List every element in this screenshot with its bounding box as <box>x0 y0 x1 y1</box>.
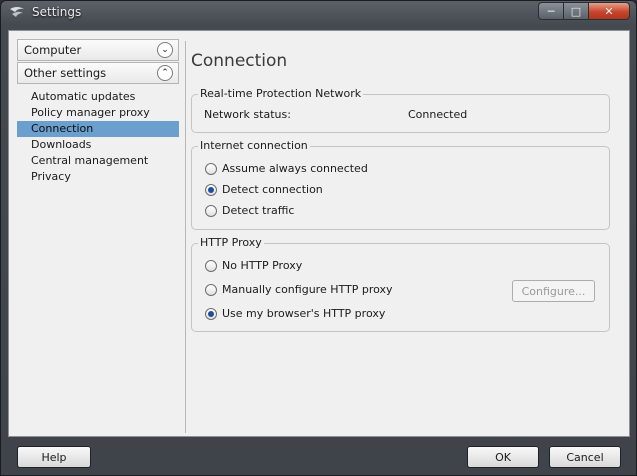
sidebar-item-automatic-updates[interactable]: Automatic updates <box>17 89 179 105</box>
minimize-button[interactable]: ─ <box>538 2 564 20</box>
radio-button[interactable] <box>205 307 217 320</box>
radio-button[interactable] <box>205 204 217 217</box>
maximize-icon: □ <box>570 4 582 18</box>
radio-button[interactable] <box>205 259 217 272</box>
maximize-button[interactable]: □ <box>563 2 589 20</box>
http-proxy-group: HTTP Proxy No HTTP Proxy Manually config… <box>191 236 610 332</box>
sidebar-item-privacy[interactable]: Privacy <box>17 169 179 185</box>
help-button[interactable]: Help <box>17 446 91 468</box>
radio-button[interactable] <box>205 183 217 196</box>
radio-detect-traffic[interactable]: Detect traffic <box>205 204 294 217</box>
settings-nav: Automatic updates Policy manager proxy C… <box>17 89 179 185</box>
group-label: Internet connection <box>198 139 310 152</box>
configure-button[interactable]: Configure... <box>512 280 595 302</box>
category-computer[interactable]: Computer ⌄ <box>17 39 179 61</box>
radio-button[interactable] <box>205 162 217 175</box>
radio-label: No HTTP Proxy <box>222 259 303 272</box>
radio-label: Detect traffic <box>222 204 295 217</box>
dialog-body: Computer ⌄ Other settings ⌃ Automatic up… <box>8 30 630 437</box>
group-label: Real-time Protection Network <box>198 87 364 100</box>
sidebar-item-downloads[interactable]: Downloads <box>17 137 179 153</box>
network-status-label: Network status: <box>204 108 291 121</box>
rtpn-group: Real-time Protection Network Network sta… <box>191 87 610 133</box>
radio-button[interactable] <box>205 283 217 296</box>
category-label: Computer <box>24 43 82 57</box>
radio-label: Manually configure HTTP proxy <box>222 283 393 296</box>
radio-manual-proxy[interactable]: Manually configure HTTP proxy <box>205 283 393 296</box>
close-button[interactable]: ✕ <box>588 2 630 20</box>
internet-connection-group: Internet connection Assume always connec… <box>191 139 610 230</box>
chevron-up-icon[interactable]: ⌃ <box>157 65 173 81</box>
cancel-button[interactable]: Cancel <box>549 446 621 468</box>
app-logo-icon <box>10 7 24 17</box>
category-other-settings[interactable]: Other settings ⌃ <box>17 62 179 84</box>
sidebar-item-connection[interactable]: Connection <box>17 121 179 137</box>
settings-content: Connection Real-time Protection Network … <box>190 31 630 438</box>
ok-button[interactable]: OK <box>467 446 539 468</box>
radio-assume-always-connected[interactable]: Assume always connected <box>205 162 368 175</box>
page-title: Connection <box>191 51 288 71</box>
category-label: Other settings <box>24 66 107 80</box>
network-status-value: Connected <box>408 108 468 121</box>
settings-sidebar: Computer ⌄ Other settings ⌃ Automatic up… <box>17 39 179 435</box>
window-controls: ─ □ ✕ <box>538 2 630 20</box>
minimize-icon: ─ <box>547 4 555 18</box>
pane-divider <box>185 41 186 433</box>
chevron-down-icon[interactable]: ⌄ <box>157 42 173 58</box>
radio-label: Assume always connected <box>222 162 368 175</box>
sidebar-item-central-management[interactable]: Central management <box>17 153 179 169</box>
radio-browser-proxy[interactable]: Use my browser's HTTP proxy <box>205 307 385 320</box>
sidebar-item-policy-manager-proxy[interactable]: Policy manager proxy <box>17 105 179 121</box>
window-title: Settings <box>32 5 82 19</box>
radio-no-http-proxy[interactable]: No HTTP Proxy <box>205 259 302 272</box>
settings-window: Settings ─ □ ✕ Computer ⌄ Other settings… <box>0 0 637 476</box>
radio-label: Use my browser's HTTP proxy <box>222 307 386 320</box>
title-bar[interactable]: Settings ─ □ ✕ <box>1 1 636 25</box>
radio-label: Detect connection <box>222 183 323 196</box>
group-label: HTTP Proxy <box>198 236 264 249</box>
radio-detect-connection[interactable]: Detect connection <box>205 183 323 196</box>
close-icon: ✕ <box>604 4 614 18</box>
